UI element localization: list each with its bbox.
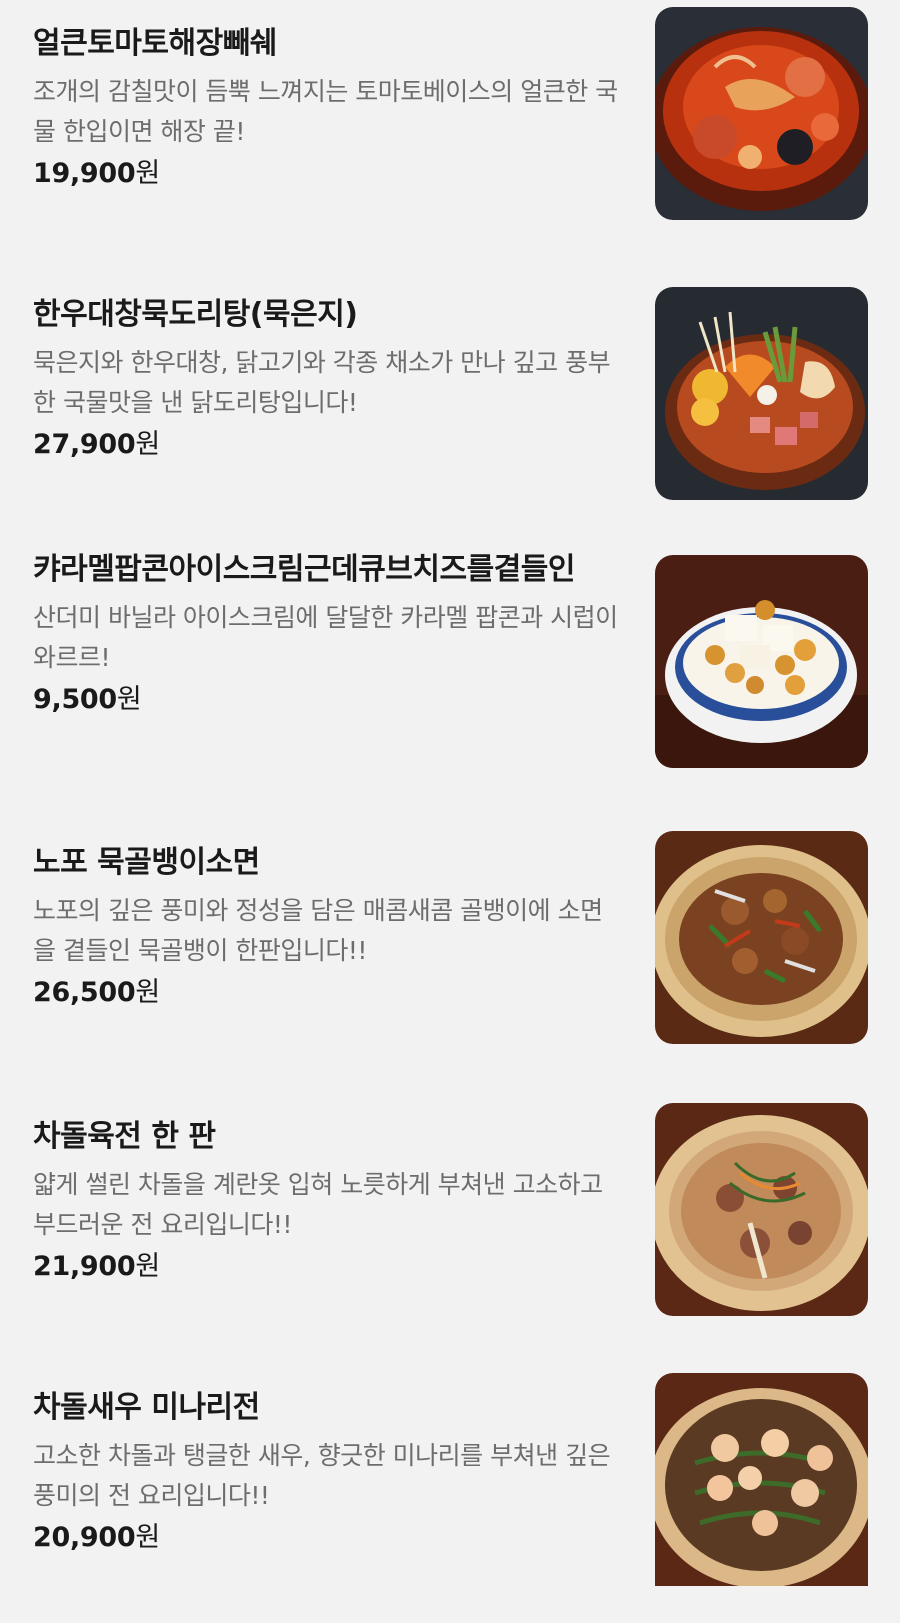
menu-item-text: 한우대창묵도리탕(묵은지) 묵은지와 한우대창, 닭고기와 각종 채소가 만나 … xyxy=(33,295,623,465)
popcorn-ice-cream-image xyxy=(655,555,868,768)
menu-item-text: 차돌새우 미나리전 고소한 차돌과 탱글한 새우, 향긋한 미나리를 부쳐낸 깊… xyxy=(33,1388,623,1558)
menu-item[interactable]: 차돌새우 미나리전 고소한 차돌과 탱글한 새우, 향긋한 미나리를 부쳐낸 깊… xyxy=(0,1373,900,1623)
menu-item[interactable]: 캬라멜팝콘아이스크림근데큐브치즈를곁들인 산더미 바닐라 아이스크림에 달달한 … xyxy=(0,552,900,828)
menu-item-name: 캬라멜팝콘아이스크림근데큐브치즈를곁들인 xyxy=(33,552,576,587)
braised-chicken-stew-image xyxy=(655,287,868,500)
menu-item-name: 차돌새우 미나리전 xyxy=(33,1390,260,1425)
menu-item-description: 조개의 감칠맛이 듬뿍 느껴지는 토마토베이스의 얼큰한 국물 한입이면 해장 … xyxy=(33,77,618,146)
popcorn-ice-cream-photo[interactable] xyxy=(655,555,868,768)
menu-item-description: 고소한 차돌과 탱글한 새우, 향긋한 미나리를 부쳐낸 깊은 풍미의 전 요리… xyxy=(33,1441,611,1510)
menu-item-name: 차돌육전 한 판 xyxy=(33,1119,216,1154)
menu-item-description: 얇게 썰린 차돌을 계란옷 입혀 노릇하게 부쳐낸 고소하고 부드러운 전 요리… xyxy=(33,1170,603,1239)
beef-pancake-photo[interactable] xyxy=(655,1103,868,1316)
menu-item-name: 얼큰토마토해장빼쉐 xyxy=(33,26,277,61)
menu-item-price: 26,500원 xyxy=(33,977,160,1008)
sea-snail-noodle-photo[interactable] xyxy=(655,831,868,1044)
menu-item-description: 노포의 깊은 풍미와 정성을 담은 매콤새콤 골뱅이에 소면을 곁들인 묵골뱅이… xyxy=(33,896,603,965)
menu-item-description: 산더미 바닐라 아이스크림에 달달한 카라멜 팝콘과 시럽이 와르르! xyxy=(33,603,618,672)
menu-item-text: 차돌육전 한 판 얇게 썰린 차돌을 계란옷 입혀 노릇하게 부쳐낸 고소하고 … xyxy=(33,1117,623,1287)
braised-chicken-stew-photo[interactable] xyxy=(655,287,868,500)
tomato-seafood-stew-photo[interactable] xyxy=(655,7,868,220)
menu-item-description: 묵은지와 한우대창, 닭고기와 각종 채소가 만나 깊고 풍부한 국물맛을 낸 … xyxy=(33,348,611,417)
menu-item-price: 19,900원 xyxy=(33,158,160,189)
menu-item-name: 한우대창묵도리탕(묵은지) xyxy=(33,297,358,332)
menu-item-text: 노포 묵골뱅이소면 노포의 깊은 풍미와 정성을 담은 매콤새콤 골뱅이에 소면… xyxy=(33,843,623,1013)
menu-item[interactable]: 얼큰토마토해장빼쉐 조개의 감칠맛이 듬뿍 느껴지는 토마토베이스의 얼큰한 국… xyxy=(0,0,900,280)
menu-item-text: 얼큰토마토해장빼쉐 조개의 감칠맛이 듬뿍 느껴지는 토마토베이스의 얼큰한 국… xyxy=(33,24,623,194)
shrimp-minari-pancake-image xyxy=(655,1373,868,1586)
beef-pancake-image xyxy=(655,1103,868,1316)
menu-item[interactable]: 차돌육전 한 판 얇게 썰린 차돌을 계란옷 입혀 노릇하게 부쳐낸 고소하고 … xyxy=(0,1103,900,1376)
menu-item-name: 노포 묵골뱅이소면 xyxy=(33,845,260,880)
menu-list: 얼큰토마토해장빼쉐 조개의 감칠맛이 듬뿍 느껴지는 토마토베이스의 얼큰한 국… xyxy=(0,0,900,1623)
menu-item-price: 9,500원 xyxy=(33,684,142,715)
menu-item-price: 21,900원 xyxy=(33,1251,160,1282)
menu-item-price: 27,900원 xyxy=(33,429,160,460)
menu-item-text: 캬라멜팝콘아이스크림근데큐브치즈를곁들인 산더미 바닐라 아이스크림에 달달한 … xyxy=(33,550,623,720)
sea-snail-noodle-image xyxy=(655,831,868,1044)
menu-item[interactable]: 한우대창묵도리탕(묵은지) 묵은지와 한우대창, 닭고기와 각종 채소가 만나 … xyxy=(0,280,900,555)
tomato-seafood-stew-image xyxy=(655,7,868,220)
shrimp-minari-pancake-photo[interactable] xyxy=(655,1373,868,1586)
menu-item-price: 20,900원 xyxy=(33,1522,160,1553)
menu-item[interactable]: 노포 묵골뱅이소면 노포의 깊은 풍미와 정성을 담은 매콤새콤 골뱅이에 소면… xyxy=(0,828,900,1103)
